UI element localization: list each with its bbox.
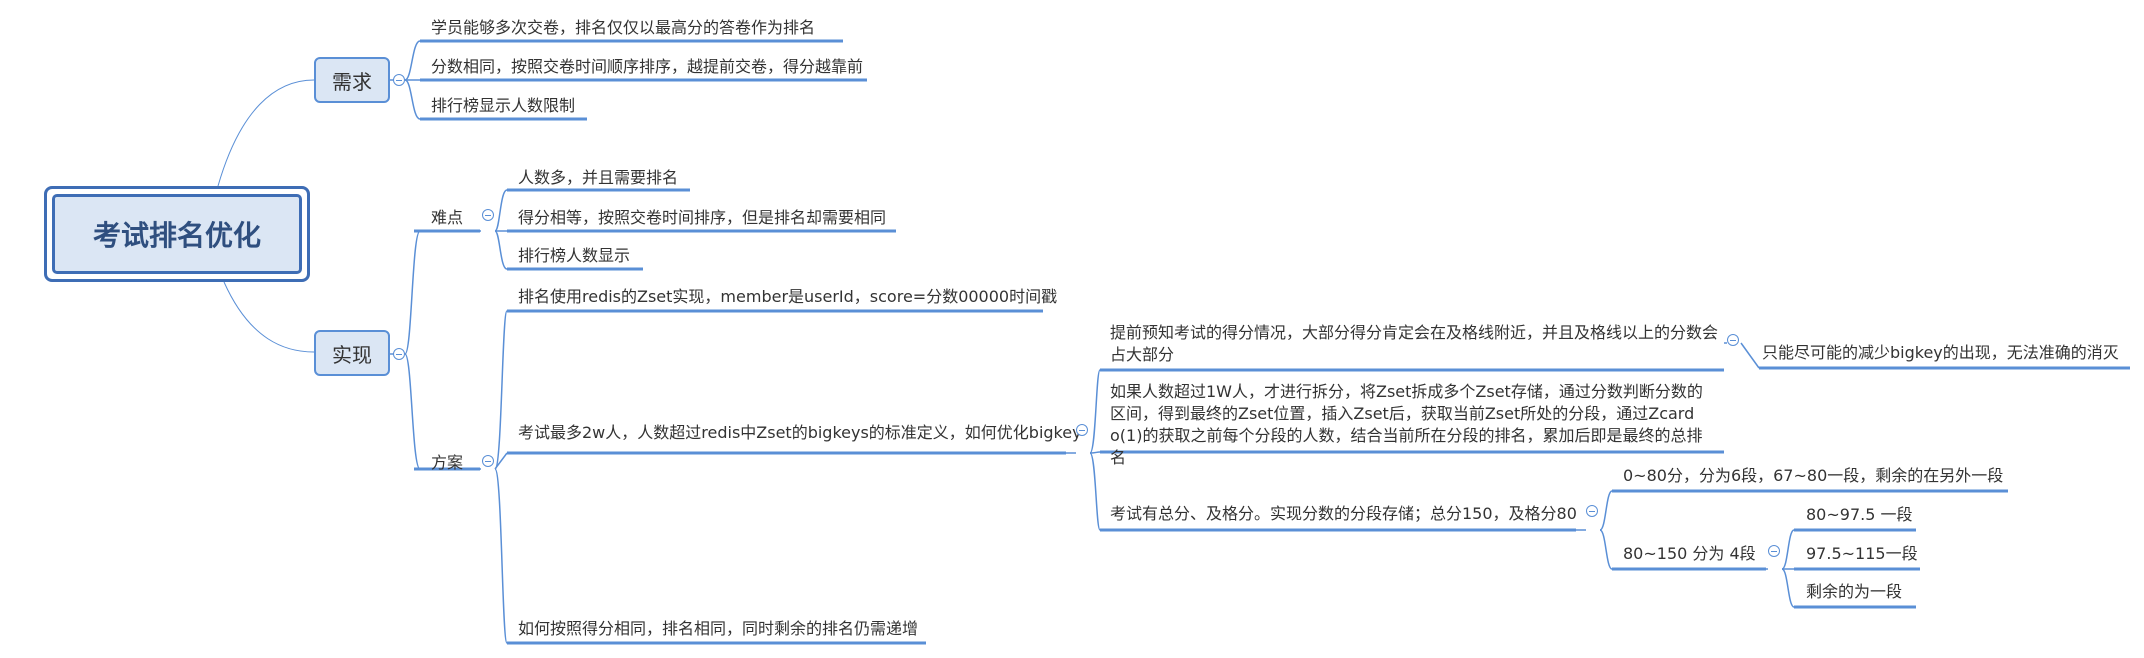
root-topic[interactable]: 考试排名优化: [44, 186, 310, 282]
difficulty-item-1[interactable]: 人数多，并且需要排名: [518, 167, 678, 189]
collapse-requirements-icon[interactable]: [393, 74, 405, 86]
topic-implementation-label: 实现: [332, 342, 372, 367]
topic-difficulties[interactable]: 难点: [431, 207, 463, 229]
segment-high-item-3[interactable]: 剩余的为一段: [1806, 581, 1902, 603]
segment-low[interactable]: 0~80分，分为6段，67~80一段，剩余的在另外一段: [1623, 465, 2003, 487]
bigkey-segment[interactable]: 考试有总分、及格分。实现分数的分段存储；总分150，及格分80: [1110, 503, 1577, 525]
root-topic-title: 考试排名优化: [52, 194, 302, 274]
collapse-segment-high-icon[interactable]: [1768, 545, 1780, 557]
collapse-solution-icon[interactable]: [482, 455, 494, 467]
solution-bigkey[interactable]: 考试最多2w人，人数超过redis中Zset的bigkeys的标准定义，如何优化…: [518, 422, 1082, 444]
segment-high[interactable]: 80~150 分为 4段: [1623, 543, 1756, 565]
solution-tie-ranking[interactable]: 如何按照得分相同，排名相同，同时剩余的排名仍需递增: [518, 618, 918, 640]
requirement-item-1[interactable]: 学员能够多次交卷，排名仅仅以最高分的答卷作为排名: [431, 17, 815, 39]
collapse-bigkey-icon[interactable]: [1076, 424, 1088, 436]
topic-implementation[interactable]: 实现: [314, 330, 390, 376]
mindmap-canvas: 考试排名优化 需求 学员能够多次交卷，排名仅仅以最高分的答卷作为排名 分数相同，…: [0, 0, 2144, 658]
collapse-difficulties-icon[interactable]: [482, 209, 494, 221]
segment-high-item-2[interactable]: 97.5~115一段: [1806, 543, 1918, 565]
topic-requirements[interactable]: 需求: [314, 57, 390, 103]
collapse-predict-icon[interactable]: [1727, 334, 1739, 346]
segment-high-item-1[interactable]: 80~97.5 一段: [1806, 504, 1912, 526]
difficulty-item-3[interactable]: 排行榜人数显示: [518, 245, 630, 267]
bigkey-predict[interactable]: 提前预知考试的得分情况，大部分得分肯定会在及格线附近，并且及格线以上的分数会占大…: [1110, 322, 1718, 366]
topic-solution[interactable]: 方案: [431, 452, 463, 474]
bigkey-split[interactable]: 如果人数超过1W人，才进行拆分，将Zset拆成多个Zset存储，通过分数判断分数…: [1110, 381, 1718, 469]
requirement-item-3[interactable]: 排行榜显示人数限制: [431, 95, 575, 117]
topic-requirements-label: 需求: [332, 69, 372, 94]
collapse-implementation-icon[interactable]: [393, 348, 405, 360]
solution-zset[interactable]: 排名使用redis的Zset实现，member是userId，score=分数0…: [518, 286, 1057, 308]
requirement-item-2[interactable]: 分数相同，按照交卷时间顺序排序，越提前交卷，得分越靠前: [431, 56, 863, 78]
collapse-segment-icon[interactable]: [1586, 505, 1598, 517]
difficulty-item-2[interactable]: 得分相等，按照交卷时间排序，但是排名却需要相同: [518, 207, 886, 229]
bigkey-predict-note[interactable]: 只能尽可能的减少bigkey的出现，无法准确的消灭: [1762, 342, 2119, 364]
